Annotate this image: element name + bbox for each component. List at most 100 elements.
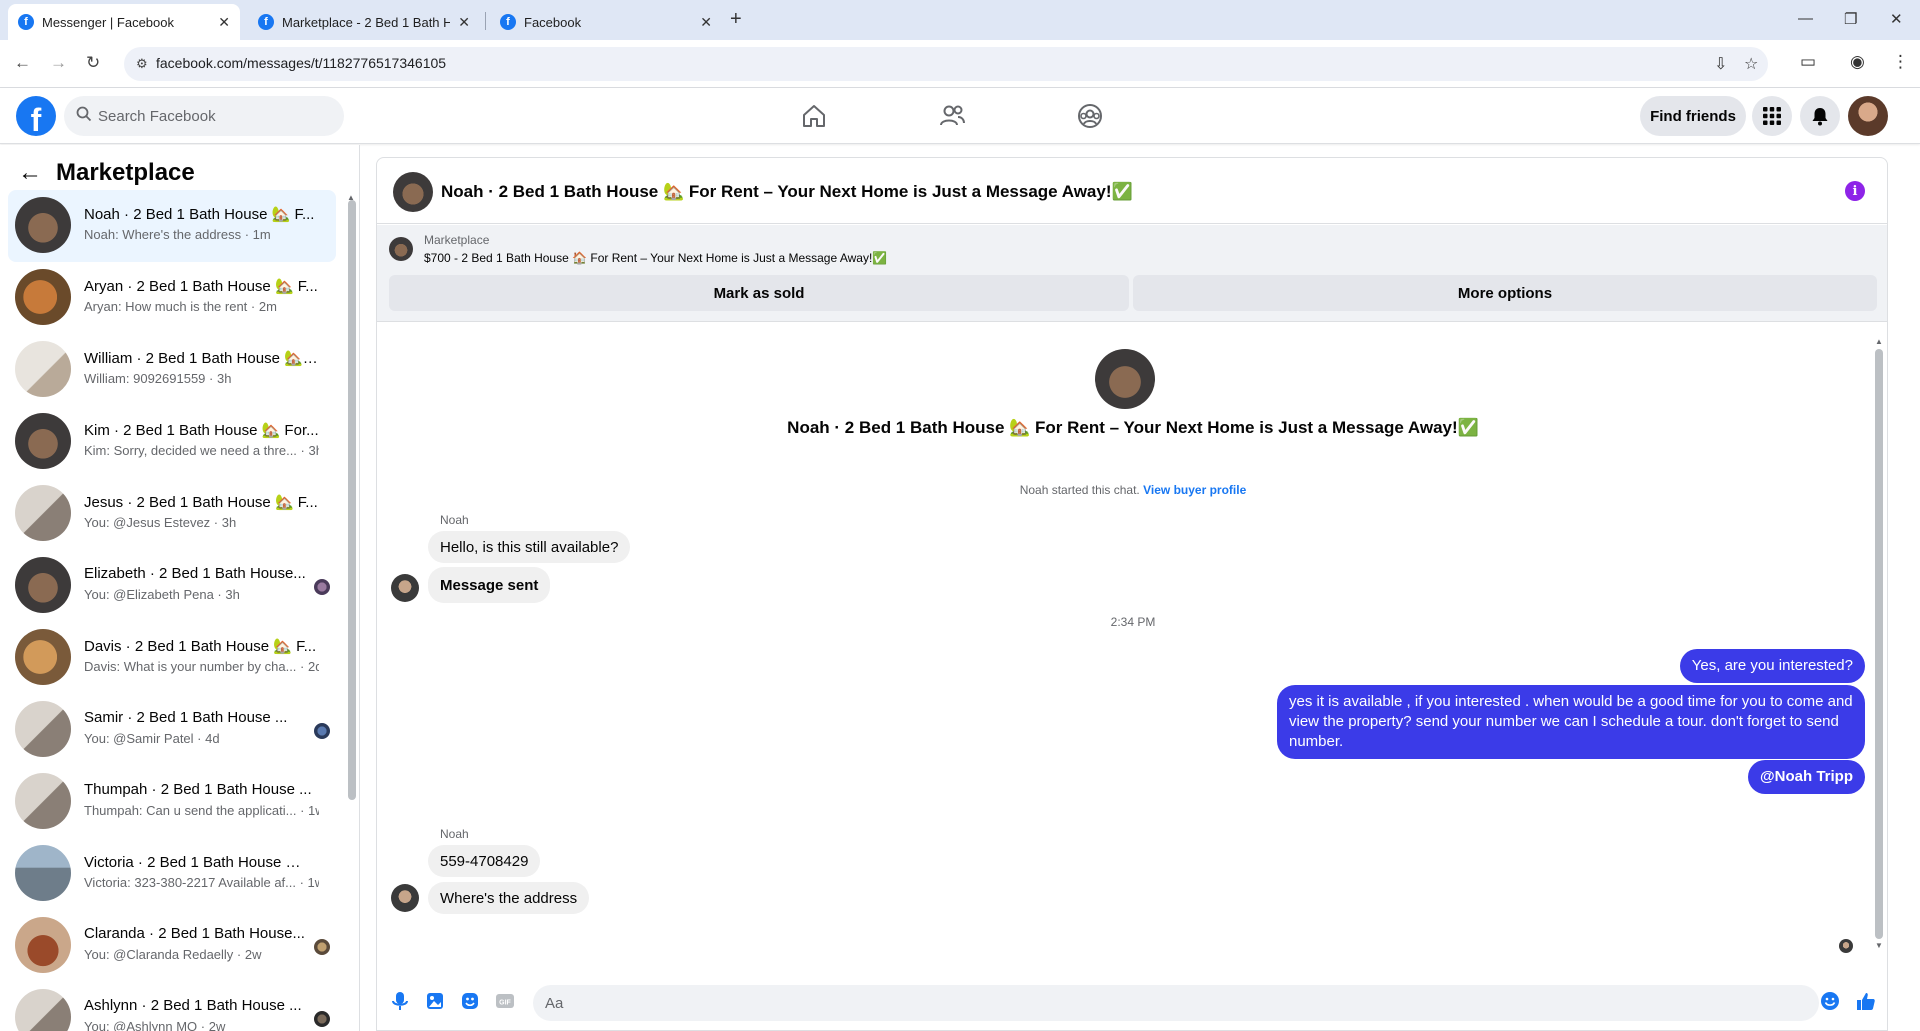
address-bar[interactable]: ⚙ facebook.com/messages/t/11827765173461… <box>124 47 1768 81</box>
list-item[interactable]: Samir · 2 Bed 1 Bath House ... You: @Sam… <box>8 694 336 766</box>
new-tab-icon[interactable]: + <box>730 8 742 31</box>
avatar[interactable] <box>391 574 419 602</box>
sender-name: Noah <box>440 513 469 527</box>
mark-as-sold-label: Mark as sold <box>713 284 805 302</box>
back-icon[interactable]: ← <box>14 53 31 73</box>
conversation-name: Ashlynn · 2 Bed 1 Bath House ... <box>84 997 302 1014</box>
list-item[interactable]: Aryan · 2 Bed 1 Bath House 🏡 F... Aryan:… <box>8 262 336 334</box>
conversation-name: Aryan · 2 Bed 1 Bath House 🏡 F... <box>84 278 318 295</box>
conversation-name: Kim · 2 Bed 1 Bath House 🏡 For... <box>84 422 319 439</box>
gif-icon[interactable]: GIF <box>494 990 516 1012</box>
conversation-preview: Aryan: How much is the rent · 2m <box>84 299 277 314</box>
url-text[interactable]: facebook.com/messages/t/1182776517346105 <box>156 55 446 71</box>
scroll-up-icon[interactable]: ▲ <box>1875 337 1883 346</box>
more-options-button[interactable]: More options <box>1133 275 1877 311</box>
mark-as-sold-button[interactable]: Mark as sold <box>389 275 1129 311</box>
profile-icon[interactable]: ◉ <box>1850 52 1865 72</box>
list-item[interactable]: Claranda · 2 Bed 1 Bath House... You: @C… <box>8 910 336 982</box>
minimize-icon[interactable]: — <box>1798 10 1813 27</box>
menu-grid-button[interactable] <box>1752 96 1792 136</box>
incoming-message[interactable]: Hello, is this still available? <box>428 531 631 563</box>
read-receipt-avatar <box>314 1011 330 1027</box>
conversation-list: Noah · 2 Bed 1 Bath House 🏡 F... Noah: W… <box>8 190 336 1031</box>
photo-icon[interactable] <box>424 990 446 1012</box>
microphone-icon[interactable] <box>389 990 411 1012</box>
listing-source: Marketplace <box>424 233 490 247</box>
friends-icon[interactable] <box>938 102 966 130</box>
thumbs-up-icon[interactable] <box>1855 990 1877 1012</box>
groups-icon[interactable] <box>1076 102 1104 130</box>
sticker-icon[interactable] <box>459 990 481 1012</box>
forward-icon[interactable]: → <box>50 53 67 73</box>
list-item[interactable]: Elizabeth · 2 Bed 1 Bath House... You: @… <box>8 550 336 622</box>
home-icon[interactable] <box>800 102 828 130</box>
facebook-logo-icon[interactable]: f <box>16 96 56 136</box>
restore-icon[interactable]: ❐ <box>1844 10 1857 28</box>
conversation-name: Jesus · 2 Bed 1 Bath House 🏡 F... <box>84 494 318 511</box>
listing-banner: Marketplace $700 - 2 Bed 1 Bath House 🏠 … <box>377 225 1887 322</box>
marketplace-conversation-pane: ← Marketplace ▲ Noah · 2 Bed 1 Bath Hous… <box>0 145 360 1031</box>
avatar <box>15 773 71 829</box>
reload-icon[interactable]: ↻ <box>86 53 100 73</box>
tab-title: Facebook <box>524 14 582 30</box>
conversation-preview: Noah: Where's the address · 1m <box>84 227 271 242</box>
close-tab-icon[interactable]: ✕ <box>458 14 470 31</box>
close-tab-icon[interactable]: ✕ <box>218 14 230 31</box>
list-item[interactable]: William · 2 Bed 1 Bath House 🏡 ... Willi… <box>8 334 336 406</box>
tab-divider <box>485 12 486 30</box>
list-item[interactable]: Victoria · 2 Bed 1 Bath House 🏡 ... Vict… <box>8 838 336 910</box>
tab-messenger[interactable]: f Messenger | Facebook ✕ <box>8 4 240 40</box>
listing-thumbnail[interactable] <box>389 237 413 261</box>
outgoing-message[interactable]: Yes, are you interested? <box>1679 649 1865 683</box>
avatar[interactable] <box>393 172 433 212</box>
tab-facebook[interactable]: f Facebook ✕ <box>490 4 722 40</box>
conversation-preview: Davis: What is your number by cha... · 2… <box>84 659 319 674</box>
avatar <box>15 269 71 325</box>
site-info-icon[interactable]: ⚙ <box>136 56 148 72</box>
account-avatar[interactable] <box>1848 96 1888 136</box>
outgoing-message[interactable]: yes it is available , if you interested … <box>1277 685 1865 759</box>
seen-indicator-avatar <box>1839 939 1853 953</box>
incoming-message[interactable]: 559-4708429 <box>428 845 541 877</box>
list-item[interactable]: Ashlynn · 2 Bed 1 Bath House ... You: @A… <box>8 982 336 1031</box>
conversation-preview: You: @Elizabeth Pena · 3h <box>84 587 240 602</box>
tab-marketplace[interactable]: f Marketplace - 2 Bed 1 Bath House ✕ <box>248 4 480 40</box>
emoji-icon[interactable] <box>1819 990 1841 1012</box>
facebook-search[interactable] <box>64 96 344 136</box>
back-arrow-icon[interactable]: ← <box>18 159 42 187</box>
incoming-message[interactable]: Where's the address <box>428 882 590 914</box>
view-buyer-profile-link[interactable]: View buyer profile <box>1143 483 1246 497</box>
chat-title[interactable]: Noah · 2 Bed 1 Bath House 🏡 For Rent – Y… <box>441 182 1133 202</box>
bookmark-star-icon[interactable]: ☆ <box>1744 54 1758 74</box>
outgoing-message[interactable]: @Noah Tripp <box>1748 760 1865 794</box>
close-tab-icon[interactable]: ✕ <box>700 14 712 31</box>
browser-menu-icon[interactable]: ⋮ <box>1892 52 1909 72</box>
close-window-icon[interactable]: ✕ <box>1890 10 1903 28</box>
avatar <box>15 197 71 253</box>
list-item[interactable]: Noah · 2 Bed 1 Bath House 🏡 F... Noah: W… <box>8 190 336 262</box>
listing-title[interactable]: $700 - 2 Bed 1 Bath House 🏠 For Rent – Y… <box>424 251 887 265</box>
sidebar-scrollbar[interactable] <box>348 200 356 800</box>
avatar[interactable] <box>391 884 419 912</box>
list-item[interactable]: Kim · 2 Bed 1 Bath House 🏡 For... Kim: S… <box>8 406 336 478</box>
list-item[interactable]: Jesus · 2 Bed 1 Bath House 🏡 F... You: @… <box>8 478 336 550</box>
avatar <box>15 413 71 469</box>
conversation-name: Samir · 2 Bed 1 Bath House ... <box>84 709 288 726</box>
list-item[interactable]: Davis · 2 Bed 1 Bath House 🏡 F... Davis:… <box>8 622 336 694</box>
search-input[interactable] <box>98 96 328 136</box>
message-input[interactable] <box>533 985 1819 1021</box>
thread-scrollbar[interactable] <box>1875 349 1883 939</box>
scroll-down-icon[interactable]: ▼ <box>1875 941 1883 950</box>
install-app-icon[interactable]: ⇩ <box>1714 54 1727 74</box>
notifications-button[interactable] <box>1800 96 1840 136</box>
read-receipt-avatar <box>314 579 330 595</box>
chat-started-notice: Noah started this chat. View buyer profi… <box>377 483 1887 497</box>
list-item[interactable]: Thumpah · 2 Bed 1 Bath House ... Thumpah… <box>8 766 336 838</box>
tab-search-icon[interactable]: ▭ <box>1800 52 1816 72</box>
incoming-message[interactable]: Message sent <box>428 567 551 603</box>
chat-pane: Noah · 2 Bed 1 Bath House 🏡 For Rent – Y… <box>376 157 1888 1031</box>
find-friends-button[interactable]: Find friends <box>1640 96 1746 136</box>
avatar[interactable] <box>1095 349 1155 409</box>
info-icon[interactable]: i <box>1845 181 1865 201</box>
facebook-favicon-icon: f <box>18 14 34 30</box>
